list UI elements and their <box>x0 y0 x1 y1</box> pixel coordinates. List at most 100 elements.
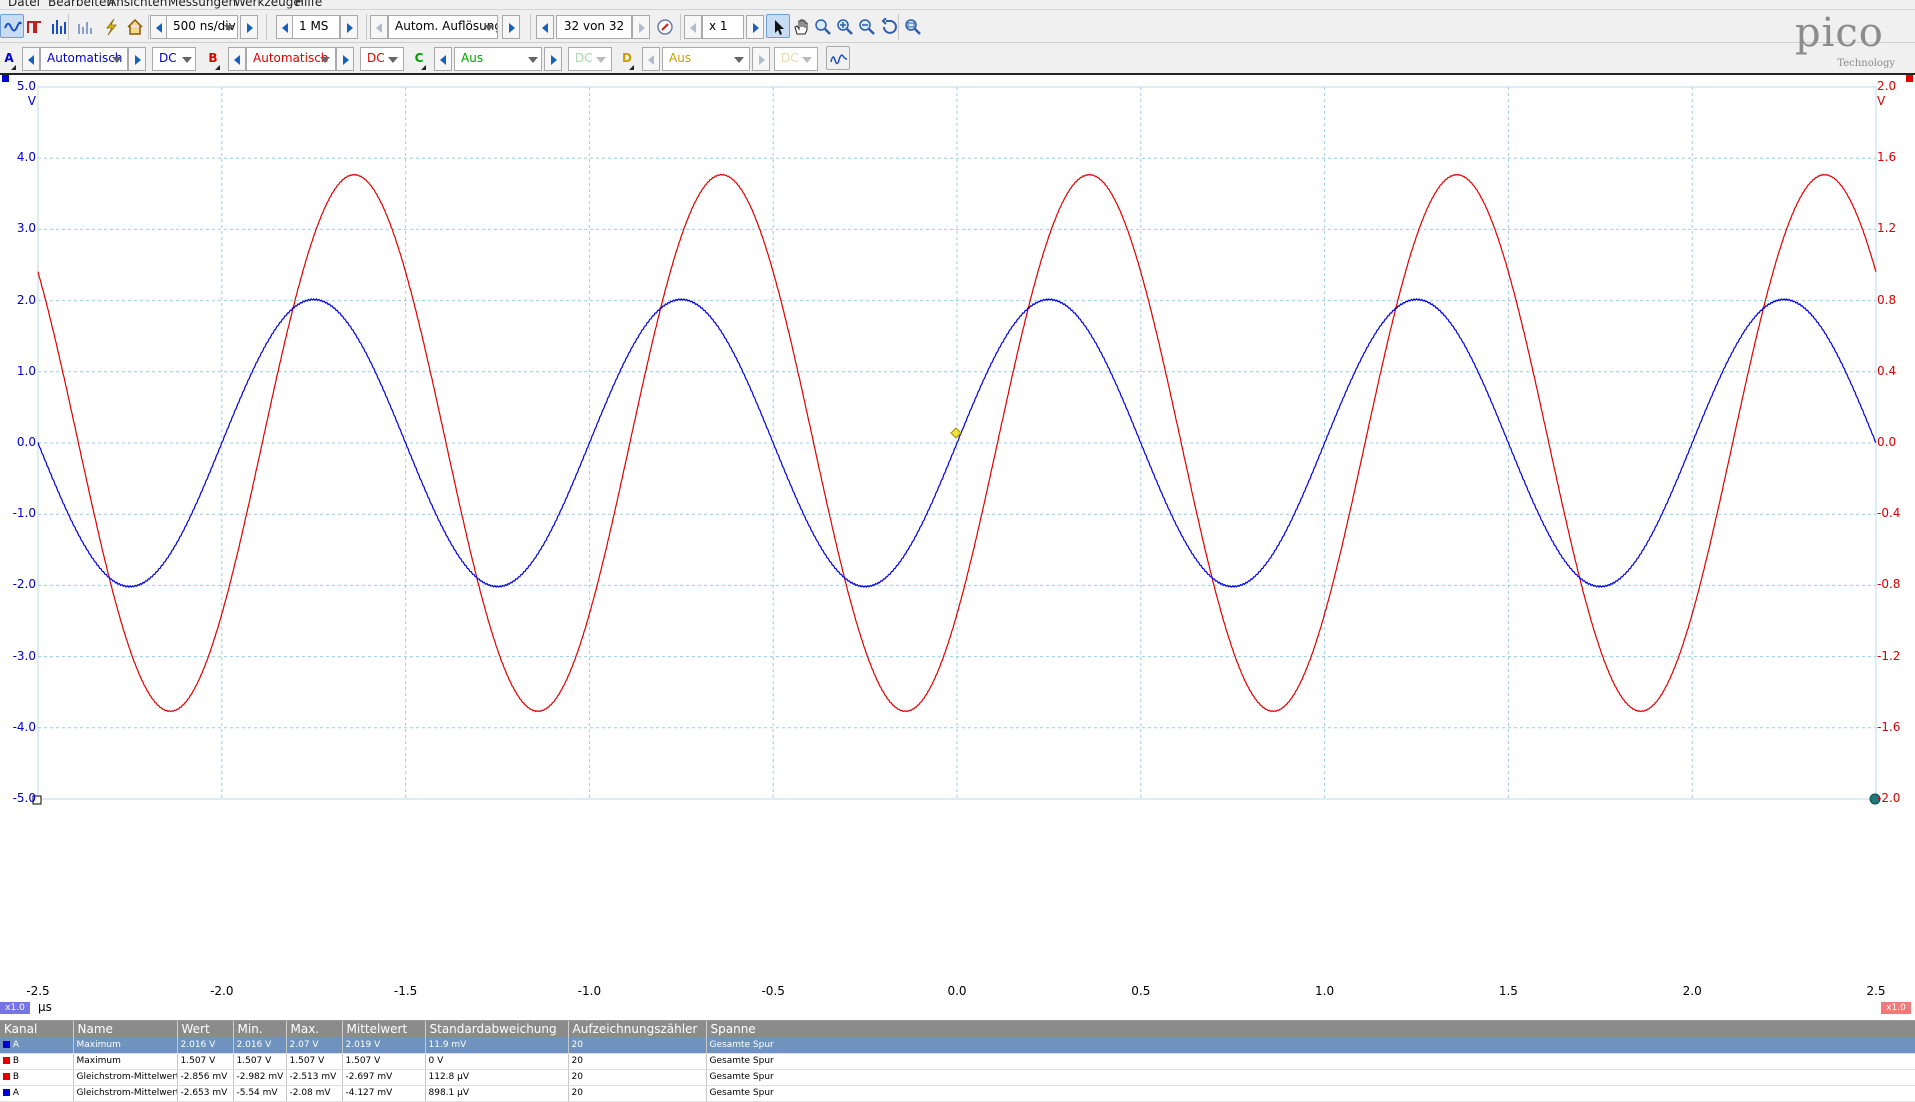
scope-mode-icon[interactable] <box>0 14 24 38</box>
resolution-prev-arrow[interactable] <box>370 15 388 39</box>
measurement-cell: -5.54 mV <box>233 1085 287 1102</box>
pointer-tool-icon[interactable] <box>766 14 790 38</box>
y-left-tick-label: 5.0 <box>16 79 36 93</box>
measurement-cell: 20 <box>568 1085 707 1102</box>
channel-a-range-next[interactable] <box>128 47 146 71</box>
zoom-overview-icon[interactable] <box>900 14 924 38</box>
channel-a-range-prev[interactable] <box>22 47 40 71</box>
menu-ansichten[interactable]: Ansichten <box>108 0 167 9</box>
pico-logo: pico Technology <box>1795 10 1895 69</box>
measurement-cell: 1.507 V <box>233 1053 287 1070</box>
undo-zoom-icon[interactable] <box>876 14 900 38</box>
column-header[interactable]: Kanal <box>0 1021 74 1037</box>
x-tick-label: 0.5 <box>1131 984 1151 998</box>
channel-d-range-next[interactable] <box>752 47 770 71</box>
y-right-tick-label: -1.6 <box>1877 719 1901 734</box>
channel-b-range-next[interactable] <box>336 47 354 71</box>
math-channels-icon[interactable] <box>826 46 850 70</box>
resolution-next-arrow[interactable] <box>502 15 520 39</box>
menu-datei[interactable]: Datei <box>8 0 40 9</box>
y-right-tick-label: 2.0 <box>1877 79 1897 93</box>
measurements-table: Kanal Name Wert Min. Max. Mittelwert Standarda… <box>0 1020 1915 1102</box>
measurement-cell: -2.697 mV <box>342 1069 426 1086</box>
x-tick-label: 0.0 <box>947 984 967 998</box>
zoom-region-icon[interactable] <box>810 14 834 38</box>
y-right-tick-label: 1.2 <box>1877 221 1897 236</box>
measurement-cell: -2.653 mV <box>177 1085 234 1102</box>
probe-icon[interactable] <box>98 14 122 38</box>
channel-d-label[interactable]: D <box>620 47 634 71</box>
channel-b-label[interactable]: B <box>206 47 220 71</box>
serial-decode-icon[interactable] <box>72 14 96 38</box>
channel-toolbar: A Automatisch DC B Automatisch DC C Aus … <box>0 43 1915 75</box>
zoom-prev-arrow[interactable] <box>684 15 702 39</box>
channel-b-range-prev[interactable] <box>228 47 246 71</box>
menu-werkzeuge[interactable]: Werkzeuge <box>234 0 301 9</box>
menu-hilfe[interactable]: Hilfe <box>295 0 322 9</box>
measurement-cell: Gesamte Spur <box>706 1069 1915 1086</box>
zoom-next-arrow[interactable] <box>746 15 764 39</box>
channel-b-scale-badge[interactable]: x1.0 <box>1881 1002 1911 1014</box>
x-tick-label: 2.5 <box>1866 984 1886 998</box>
column-header[interactable]: Wert <box>177 1021 234 1037</box>
column-header[interactable]: Standardabweichung <box>425 1021 569 1037</box>
measurement-row[interactable]: B Gleichstrom-Mittelwert -2.856 mV -2.982 m… <box>0 1069 1915 1086</box>
measurement-cell: 20 <box>568 1053 707 1070</box>
y-right-unit: V <box>1877 94 1886 108</box>
resolution-select[interactable]: Autom. Auflösung <box>388 15 498 39</box>
chevron-down-icon <box>320 57 330 63</box>
y-left-tick-label: 2.0 <box>16 292 36 307</box>
buffer-next-arrow[interactable] <box>632 15 650 39</box>
measurement-row[interactable]: A Maximum 2.016 V 2.016 V 2.07 V 2.019 V 11.9 … <box>0 1037 1915 1054</box>
y-right-tick-label: -0.4 <box>1877 506 1901 521</box>
y-right-tick-label: -1.2 <box>1877 648 1901 663</box>
column-header[interactable]: Spanne <box>706 1021 1915 1037</box>
x-axis-unit: µs <box>38 1000 52 1014</box>
y-left-tick-label: -4.0 <box>12 719 36 734</box>
y-left-tick-label: 1.0 <box>16 363 36 378</box>
buffer-navigator[interactable]: 32 von 32 <box>556 15 632 39</box>
chevron-down-icon <box>388 57 398 63</box>
measurement-cell: 1.507 V <box>286 1053 343 1070</box>
samples-select[interactable]: 1 MS <box>292 15 340 39</box>
channel-a-label[interactable]: A <box>2 47 16 71</box>
menu-messungen[interactable]: Messungen <box>168 0 236 9</box>
column-header[interactable]: Name <box>73 1021 178 1037</box>
zoom-out-icon[interactable] <box>854 14 878 38</box>
zoom-level[interactable]: x 1 <box>702 15 744 39</box>
x-tick-label: -1.0 <box>577 984 602 998</box>
scope-plot-area[interactable] <box>0 75 1915 1020</box>
measurement-cell: Gesamte Spur <box>706 1037 1915 1054</box>
measurement-cell: Gesamte Spur <box>706 1053 1915 1070</box>
column-header[interactable]: Mittelwert <box>342 1021 426 1037</box>
chevron-down-icon <box>528 57 538 63</box>
x-tick-label: 2.0 <box>1682 984 1702 998</box>
measurement-cell: 2.07 V <box>286 1037 343 1054</box>
chevron-down-icon <box>734 57 744 63</box>
menu-bearbeiten[interactable]: Bearbeiten <box>48 0 114 9</box>
x-tick-label: 1.0 <box>1315 984 1335 998</box>
channel-c-range-next[interactable] <box>544 47 562 71</box>
hand-tool-icon[interactable] <box>788 14 812 38</box>
channel-c-range-prev[interactable] <box>434 47 452 71</box>
timebase-next-arrow[interactable] <box>240 15 258 39</box>
measurement-row[interactable]: A Gleichstrom-Mittelwert -2.653 mV -5.54 mV… <box>0 1085 1915 1102</box>
column-header[interactable]: Max. <box>286 1021 343 1037</box>
column-header[interactable]: Aufzeichnungszähler <box>568 1021 707 1037</box>
spectrum-mode-icon[interactable] <box>46 14 70 38</box>
y-right-tick-label: 1.6 <box>1877 150 1897 165</box>
persistence-mode-icon[interactable] <box>22 14 46 38</box>
channel-d-range-prev[interactable] <box>642 47 660 71</box>
buffer-prev-arrow[interactable] <box>536 15 554 39</box>
buffer-overview-icon[interactable] <box>652 14 676 38</box>
measurement-row[interactable]: B Maximum 1.507 V 1.507 V 1.507 V 1.507 V0 V2… <box>0 1053 1915 1070</box>
y-left-tick-label: 3.0 <box>16 221 36 236</box>
channel-a-scale-badge[interactable]: x1.0 <box>0 1002 30 1014</box>
zoom-in-icon[interactable] <box>832 14 856 38</box>
samples-next-arrow[interactable] <box>340 15 358 39</box>
x-tick-label: -1.5 <box>393 984 418 998</box>
channel-c-label[interactable]: C <box>412 47 426 71</box>
y-left-tick-label: -2.0 <box>12 577 36 592</box>
home-icon[interactable] <box>122 14 146 38</box>
column-header[interactable]: Min. <box>233 1021 287 1037</box>
